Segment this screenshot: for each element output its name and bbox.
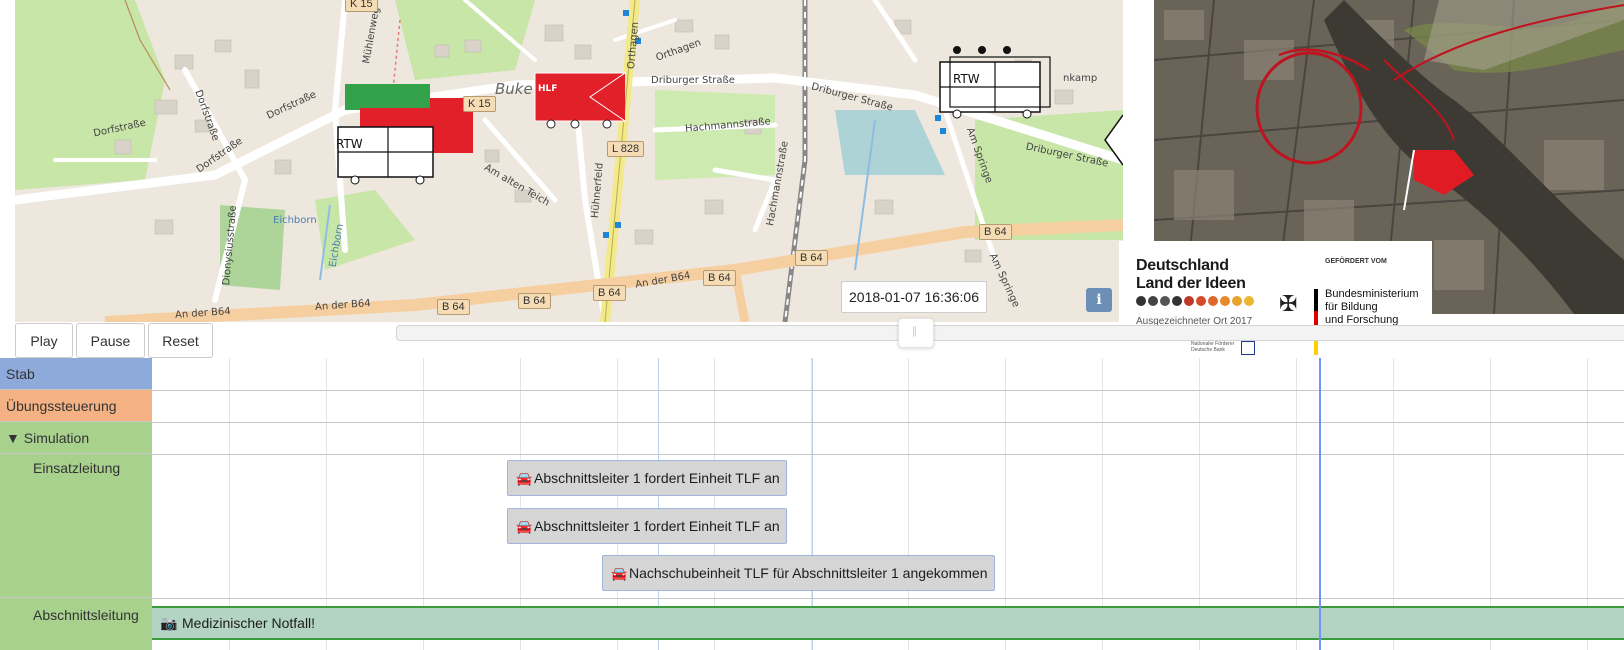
logo-dot-row — [1136, 296, 1254, 306]
sponsor-logo-card: Deutschland Land der Ideen Ausgezeichnet… — [1119, 241, 1432, 365]
time-slider-handle[interactable] — [898, 318, 934, 348]
road-shield: B 64 — [979, 224, 1012, 240]
logo-dot — [1208, 296, 1218, 306]
row-divider — [152, 598, 1624, 599]
logo-dot — [1220, 296, 1230, 306]
timeline-item-text: Nachschubeinheit TLF für Abschnittsleite… — [629, 565, 988, 581]
timeline-item-text: Abschnittsleiter 1 fordert Einheit TLF a… — [534, 470, 780, 486]
logo-sponsor-text: Nationaler Förderer Deutsche Bank — [1191, 341, 1235, 353]
road-shield: B 64 — [795, 250, 828, 266]
map-canvas — [15, 0, 1123, 322]
app-root: Dorfstraße Dorfstraße Dorfstraße Dorfstr… — [0, 0, 1624, 650]
street-label: Driburger Straße — [651, 75, 735, 86]
timeline-item-text: Abschnittsleiter 1 fordert Einheit TLF a… — [534, 518, 780, 534]
play-button[interactable]: Play — [15, 323, 73, 358]
vehicle-hlf-group — [534, 72, 627, 129]
federal-eagle-icon: ✠ — [1279, 291, 1298, 316]
german-flag-stripe — [1314, 289, 1318, 355]
logo-dot — [1232, 296, 1242, 306]
road-shield: B 64 — [593, 285, 626, 301]
camera-icon: 📷 — [160, 615, 178, 631]
vehicle-label-rtw: RTW — [953, 72, 980, 86]
map-info-button[interactable]: i — [1086, 288, 1112, 312]
logo-dot — [1184, 296, 1194, 306]
current-time-display: 2018-01-07 16:36:06 — [841, 281, 987, 313]
row-divider — [152, 454, 1624, 455]
logo-dot — [1136, 296, 1146, 306]
road-shield: B 64 — [703, 270, 736, 286]
village-label: Buke — [495, 80, 533, 98]
car-icon: 🚘 — [611, 566, 628, 581]
timeline-item[interactable]: 🚘 Abschnittsleiter 1 fordert Einheit TLF … — [507, 460, 787, 496]
logo-dot — [1148, 296, 1158, 306]
row-divider — [152, 422, 1624, 423]
timeline-group-labels: Stab Übungssteuerung ▼ Simulation Einsat… — [0, 358, 152, 650]
vehicle-label-hlf: HLF — [538, 84, 558, 94]
road-shield: K 15 — [463, 96, 496, 112]
street-label: nkamp — [1063, 73, 1098, 84]
group-label-uebungssteuerung[interactable]: Übungssteuerung — [0, 390, 152, 422]
logo-title-line1: Deutschland — [1136, 257, 1229, 274]
vehicle-label-rtw: RTW — [336, 137, 363, 151]
logo-dot — [1244, 296, 1254, 306]
timeline-item[interactable]: 🚘 Abschnittsleiter 1 fordert Einheit TLF … — [507, 508, 787, 544]
car-icon: 🚘 — [516, 471, 533, 486]
map-view[interactable]: Dorfstraße Dorfstraße Dorfstraße Dorfstr… — [15, 0, 1123, 322]
row-divider — [152, 390, 1624, 391]
logo-dot — [1172, 296, 1182, 306]
place-label: Eichborn — [273, 215, 317, 226]
reset-button[interactable]: Reset — [148, 323, 213, 358]
car-icon: 🚘 — [516, 519, 533, 534]
funded-by-label: GEFÖRDERT VOM — [1325, 258, 1387, 265]
ministry-name: Bundesministerium für Bildung und Forsch… — [1325, 288, 1419, 327]
timeline-range-text: Medizinischer Notfall! — [182, 615, 316, 631]
group-label-abschnittsleitung[interactable]: Abschnittsleitung — [0, 598, 152, 650]
vehicle-stack-left — [337, 84, 473, 185]
timeline[interactable]: Stab Übungssteuerung ▼ Simulation Einsat… — [0, 358, 1624, 650]
road-shield: K 15 — [345, 0, 378, 12]
road-shield: L 828 — [607, 141, 645, 157]
deutsche-bank-icon — [1241, 341, 1255, 355]
pause-button[interactable]: Pause — [76, 323, 145, 358]
group-label-einsatzleitung[interactable]: Einsatzleitung — [0, 454, 152, 598]
time-slider-track[interactable] — [396, 325, 1624, 341]
logo-dot — [1160, 296, 1170, 306]
road-shield: B 64 — [437, 299, 470, 315]
ministry-line2: für Bildung — [1325, 301, 1378, 313]
logo-title: Deutschland Land der Ideen — [1136, 257, 1246, 293]
timeline-canvas[interactable]: 🚘 Abschnittsleiter 1 fordert Einheit TLF … — [152, 358, 1624, 650]
logo-dot — [1196, 296, 1206, 306]
group-label-stab[interactable]: Stab — [0, 358, 152, 390]
group-label-simulation[interactable]: ▼ Simulation — [0, 422, 152, 454]
road-shield: B 64 — [518, 293, 551, 309]
ministry-line1: Bundesministerium — [1325, 288, 1419, 300]
timeline-item[interactable]: 🚘 Nachschubeinheit TLF für Abschnittsleit… — [602, 555, 995, 591]
current-time-marker — [1319, 358, 1321, 650]
logo-title-line2: Land der Ideen — [1136, 275, 1246, 292]
timeline-range-item[interactable]: 📷 Medizinischer Notfall! — [152, 606, 1624, 640]
